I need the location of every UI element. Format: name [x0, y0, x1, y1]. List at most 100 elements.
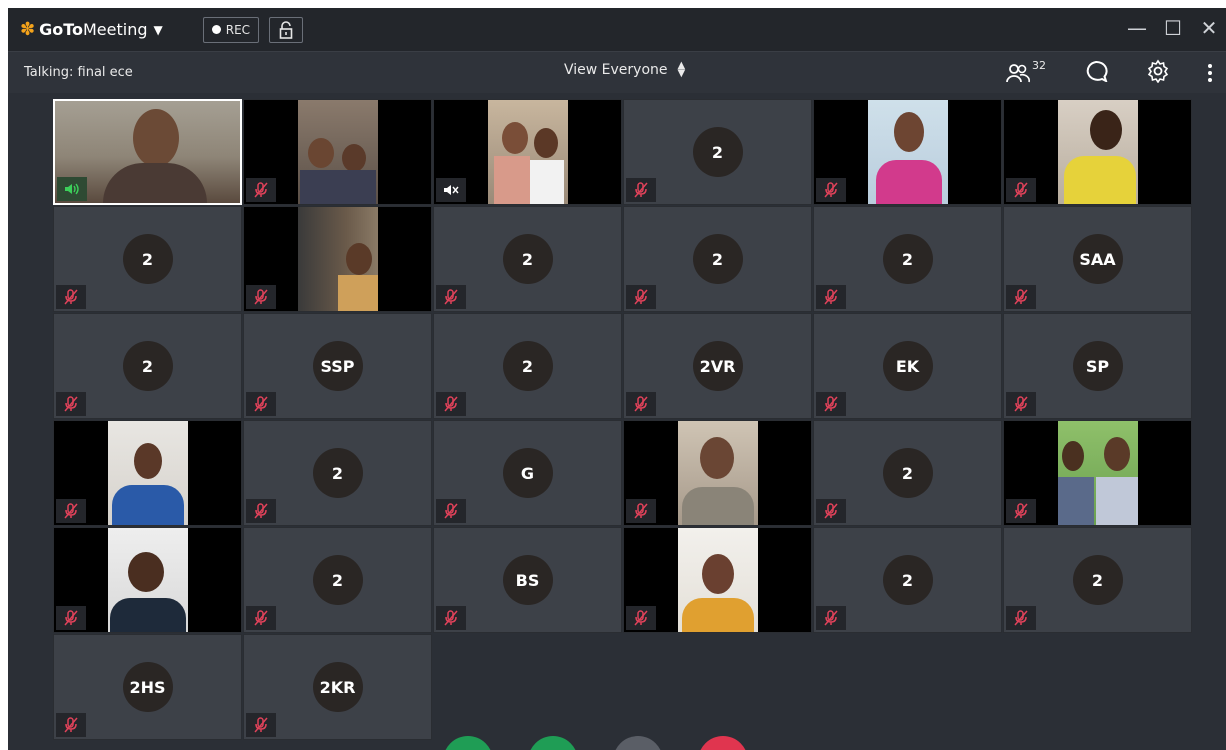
video-tile[interactable] — [1003, 99, 1192, 205]
participant-tile[interactable]: 2VR — [623, 313, 812, 419]
gear-icon — [1147, 59, 1169, 84]
toolbar-right: 32 — [1006, 52, 1226, 94]
participant-tile[interactable]: 2 — [243, 420, 432, 526]
video-tile-speaker[interactable] — [53, 99, 242, 205]
participant-avatar: 2 — [882, 448, 933, 498]
participant-tile[interactable]: 2 — [813, 206, 1002, 312]
mic-muted-icon — [816, 392, 846, 416]
more-options-icon[interactable] — [1208, 64, 1212, 82]
participant-tile[interactable]: 2 — [623, 99, 812, 205]
video-tile[interactable] — [623, 420, 812, 526]
talking-indicator: Talking: final ece — [24, 65, 133, 80]
participant-tile[interactable]: G — [433, 420, 622, 526]
participant-tile[interactable]: SSP — [243, 313, 432, 419]
video-tile[interactable] — [243, 206, 432, 312]
mic-muted-icon — [56, 499, 86, 523]
speaker-muted-icon — [436, 178, 466, 202]
participant-avatar: 2 — [1072, 555, 1123, 605]
participant-tile[interactable]: SP — [1003, 313, 1192, 419]
mic-muted-icon — [1006, 285, 1036, 309]
video-tile[interactable] — [433, 99, 622, 205]
mic-muted-icon — [626, 606, 656, 630]
participant-tile[interactable]: EK — [813, 313, 1002, 419]
video-feed — [298, 207, 378, 311]
mic-muted-icon — [56, 392, 86, 416]
camera-toggle-button[interactable] — [528, 736, 578, 750]
participant-tile[interactable]: SAA — [1003, 206, 1192, 312]
participant-tile[interactable]: 2HS — [53, 634, 242, 740]
video-tile[interactable] — [53, 420, 242, 526]
mic-muted-icon — [816, 285, 846, 309]
participant-tile[interactable]: 2 — [53, 206, 242, 312]
participant-avatar: 2 — [692, 127, 743, 177]
participant-avatar: 2 — [122, 341, 173, 391]
record-dot-icon — [211, 25, 221, 34]
mic-muted-icon — [436, 285, 466, 309]
video-tile[interactable] — [53, 527, 242, 633]
mic-toggle-button[interactable] — [443, 736, 493, 750]
mic-muted-icon — [56, 713, 86, 737]
participant-avatar: 2 — [122, 234, 173, 284]
participant-tile[interactable]: BS — [433, 527, 622, 633]
close-icon[interactable]: ✕ — [1198, 16, 1220, 40]
participant-avatar: 2 — [312, 448, 363, 498]
mic-muted-icon — [56, 285, 86, 309]
record-label: REC — [225, 22, 251, 37]
window-controls: — ☐ ✕ — [1126, 16, 1220, 40]
video-feed — [298, 100, 378, 204]
mic-muted-icon — [246, 178, 276, 202]
video-tile[interactable] — [1003, 420, 1192, 526]
mic-muted-icon — [246, 285, 276, 309]
participant-tile[interactable]: 2 — [433, 206, 622, 312]
mic-muted-icon — [246, 606, 276, 630]
mic-muted-icon — [436, 499, 466, 523]
participant-tile[interactable]: 2 — [243, 527, 432, 633]
participant-tile[interactable]: 2KR — [243, 634, 432, 740]
participant-tile[interactable]: 2 — [1003, 527, 1192, 633]
settings-button[interactable] — [1146, 59, 1170, 87]
participant-count: 32 — [1032, 59, 1046, 72]
mic-muted-icon — [1006, 178, 1036, 202]
app-menu[interactable]: ✽ GoTo Meeting ▼ — [20, 19, 163, 40]
minimize-icon[interactable]: — — [1126, 16, 1148, 40]
participant-tile[interactable]: 2 — [813, 527, 1002, 633]
unlock-icon — [279, 20, 293, 39]
title-bar: ✽ GoTo Meeting ▼ REC — ☐ ✕ — [8, 8, 1226, 51]
leave-meeting-button[interactable] — [698, 736, 748, 750]
participant-avatar: SSP — [312, 341, 363, 391]
participant-avatar: SP — [1072, 341, 1123, 391]
mic-muted-icon — [816, 178, 846, 202]
view-selector[interactable]: View Everyone ▲ ▼ — [564, 61, 685, 79]
video-tile[interactable] — [623, 527, 812, 633]
screen-share-button[interactable] — [613, 736, 663, 750]
app-name-rest: Meeting — [83, 20, 148, 39]
lock-meeting-button[interactable] — [269, 16, 304, 43]
app-name-bold: GoTo — [39, 20, 83, 39]
people-icon — [1006, 64, 1030, 83]
mic-muted-icon — [626, 392, 656, 416]
participant-avatar: EK — [882, 341, 933, 391]
participant-avatar: 2 — [312, 555, 363, 605]
chat-icon — [1086, 61, 1108, 83]
participants-button[interactable]: 32 — [1006, 59, 1046, 83]
participant-avatar: BS — [502, 555, 553, 605]
mic-muted-icon — [436, 392, 466, 416]
record-button[interactable]: REC — [202, 16, 260, 43]
participant-tile[interactable]: 2 — [813, 420, 1002, 526]
participant-tile[interactable]: 2 — [53, 313, 242, 419]
video-tile[interactable] — [243, 99, 432, 205]
participant-avatar: 2 — [502, 341, 553, 391]
video-tile[interactable] — [813, 99, 1002, 205]
participant-tile[interactable]: 2 — [433, 313, 622, 419]
video-feed — [108, 421, 188, 525]
video-feed — [868, 100, 948, 204]
video-feed — [678, 528, 758, 632]
mic-muted-icon — [1006, 606, 1036, 630]
participant-tile[interactable]: 2 — [623, 206, 812, 312]
video-grid: 2 2 2 2 2 SAA 2 SSP 2 2VR EK SP 2 G 2 2 … — [53, 99, 1193, 741]
maximize-icon[interactable]: ☐ — [1162, 16, 1184, 40]
chat-button[interactable] — [1084, 60, 1108, 86]
mic-muted-icon — [1006, 392, 1036, 416]
participant-avatar: 2 — [692, 234, 743, 284]
gotomeeting-logo-icon: ✽ — [20, 19, 36, 40]
